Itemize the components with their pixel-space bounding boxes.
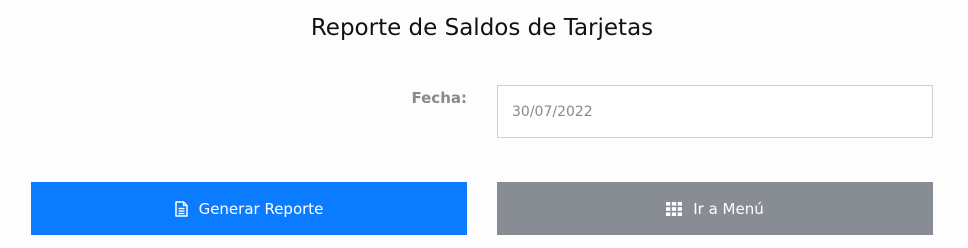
grid-icon [666,201,683,216]
page-title: Reporte de Saldos de Tarjetas [310,15,654,41]
file-text-icon [174,200,188,217]
go-to-menu-button[interactable]: Ir a Menú [497,182,933,235]
fecha-input[interactable] [497,85,933,138]
generate-report-label: Generar Reporte [198,199,324,218]
go-to-menu-label: Ir a Menú [693,199,764,218]
generate-report-button[interactable]: Generar Reporte [31,182,467,235]
fecha-label: Fecha: [411,89,467,107]
